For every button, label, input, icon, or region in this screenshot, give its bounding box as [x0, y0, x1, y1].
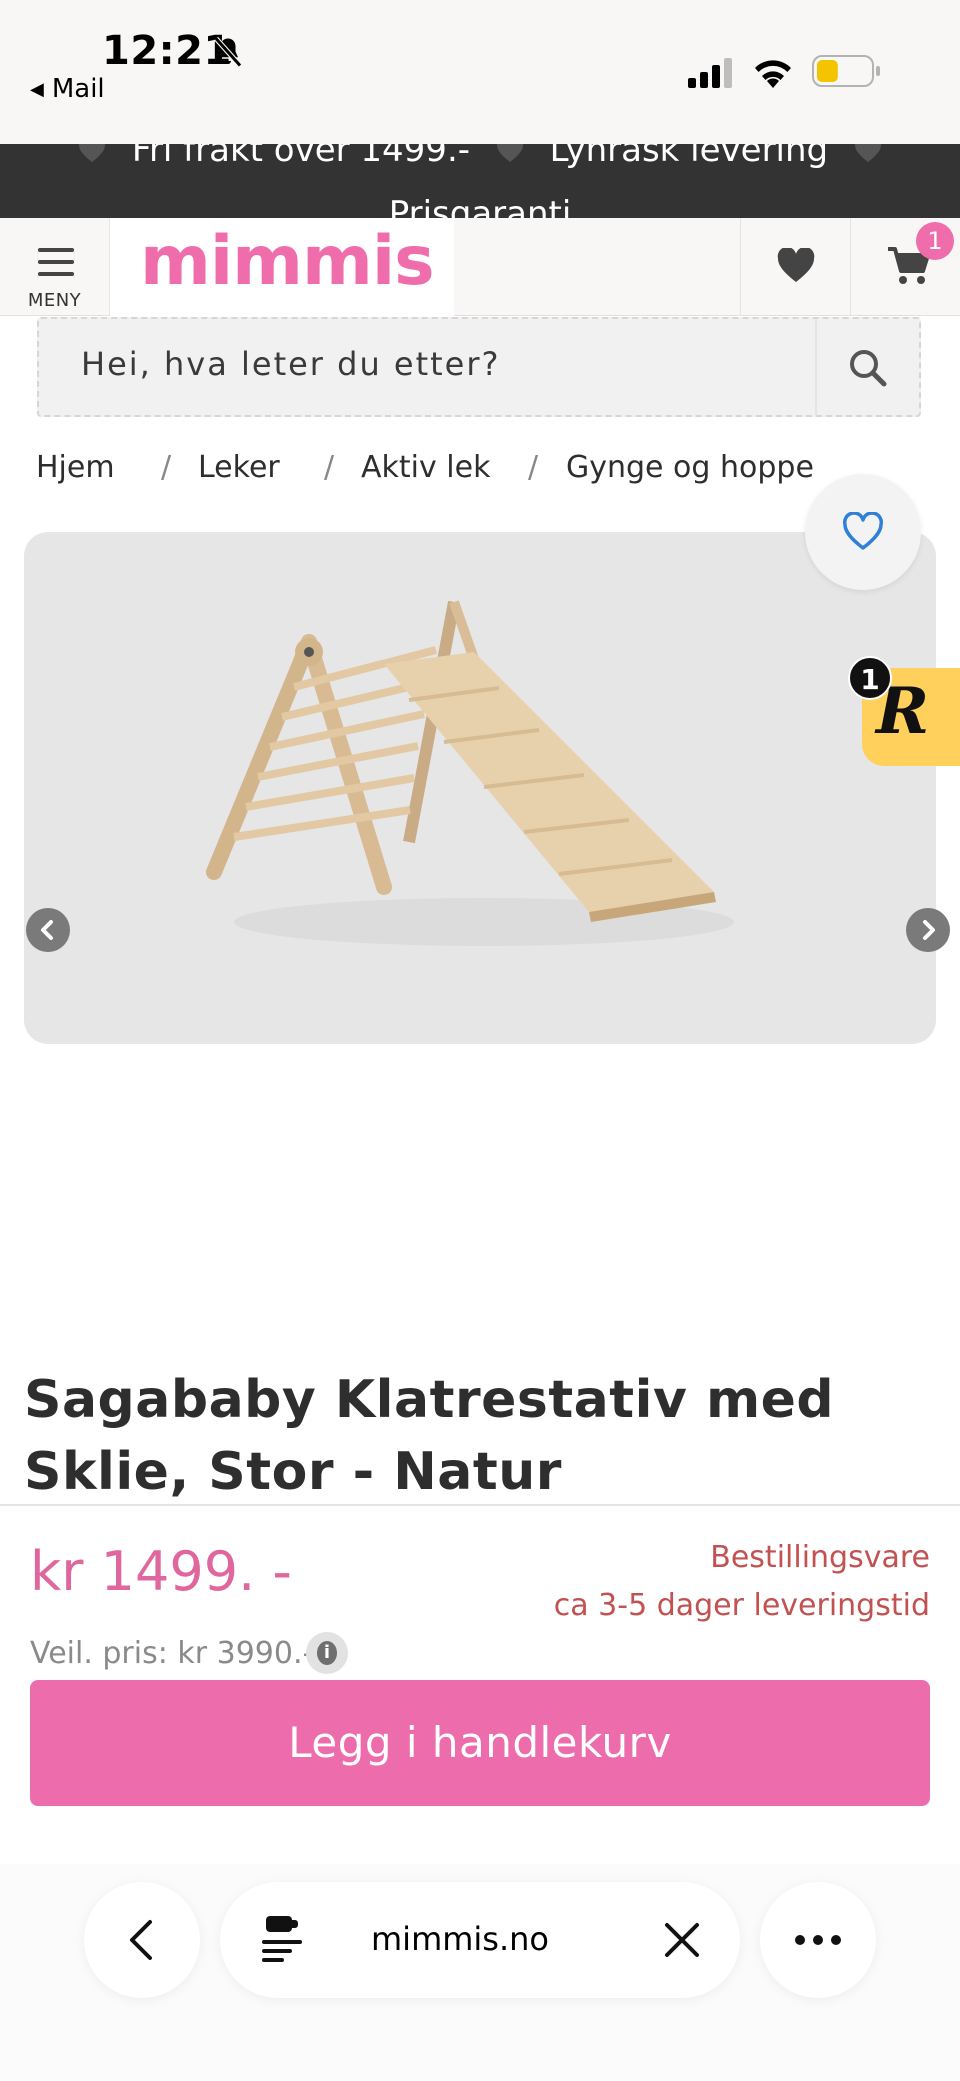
wifi-icon: [755, 60, 791, 88]
breadcrumb-separator: /: [161, 450, 172, 485]
chevron-left-icon: [41, 920, 53, 940]
status-bar: 12:21 ◀ Mail: [0, 0, 960, 144]
search-input[interactable]: Hei, hva leter du etter?: [37, 317, 921, 417]
product-gallery[interactable]: [24, 532, 936, 1044]
availability-status: Bestillingsvare: [710, 1540, 930, 1575]
heart-outline-icon: [842, 512, 884, 550]
breadcrumb-item-home[interactable]: Hjem: [36, 450, 115, 485]
buy-panel: kr 1499. - Bestillingsvare ca 3-5 dager …: [0, 1504, 960, 1864]
hamburger-icon: [38, 248, 74, 276]
promo-price-guarantee: Prisgaranti: [388, 194, 572, 218]
breadcrumb-separator: /: [324, 450, 335, 485]
wishlist-button[interactable]: [740, 218, 850, 316]
browser-more-button[interactable]: [760, 1882, 876, 1998]
title-area: Sagababy Klatrestativ med Sklie, Stor - …: [0, 1340, 960, 1504]
more-icon: [795, 1935, 841, 1945]
logo-link[interactable]: mimmis: [110, 218, 454, 316]
breadcrumb-separator: /: [528, 450, 539, 485]
menu-button[interactable]: MENY: [0, 218, 110, 316]
battery-icon: [812, 55, 880, 87]
heart-icon: [777, 248, 815, 282]
breadcrumb-item-swing-and-jump[interactable]: Gynge og hoppe: [566, 450, 814, 485]
check-heart-icon: [496, 144, 523, 162]
search-icon: [850, 350, 887, 387]
back-app-label: Mail: [51, 74, 105, 104]
gallery-prev-button[interactable]: [26, 908, 70, 952]
site-header: MENY mimmis: [0, 218, 960, 316]
page-menu-icon: [262, 1916, 302, 1962]
url-domain: mimmis.no: [371, 1920, 549, 1958]
product-title: Sagababy Klatrestativ med Sklie, Stor - …: [24, 1370, 835, 1502]
address-bar[interactable]: mimmis.no: [220, 1882, 740, 1998]
logo: mimmis: [140, 222, 435, 301]
back-triangle-icon: ◀: [30, 79, 44, 100]
promo-line: Fri frakt over 1499.- Lynrask levering: [0, 144, 960, 170]
promo-free-shipping: Fri frakt over 1499.-: [131, 144, 471, 170]
promo-fast-delivery: Lynrask levering: [549, 144, 829, 170]
search-button[interactable]: [815, 319, 919, 415]
browser-back-button[interactable]: [84, 1882, 200, 1998]
cart-count-badge: 1: [916, 222, 954, 260]
reviews-badge: 1: [848, 656, 892, 700]
breadcrumb-item-active-play[interactable]: Aktiv lek: [361, 450, 490, 485]
gallery-next-button[interactable]: [906, 908, 950, 952]
reference-price: Veil. pris: kr 3990.-: [30, 1636, 314, 1671]
breadcrumb-item-toys[interactable]: Leker: [198, 450, 280, 485]
delivery-time: ca 3-5 dager leveringstid: [553, 1588, 930, 1623]
add-to-wishlist-button[interactable]: [805, 474, 921, 590]
browser-toolbar: mimmis.no: [0, 1864, 960, 2081]
info-icon[interactable]: i: [306, 1632, 348, 1674]
promo-bar: Fri frakt over 1499.- Lynrask levering P…: [0, 144, 960, 218]
chevron-left-icon: [130, 1920, 152, 1960]
menu-label: MENY: [27, 290, 82, 311]
product-price: kr 1499. -: [30, 1540, 292, 1603]
chevron-right-icon: [923, 920, 935, 940]
check-heart-icon: [78, 144, 106, 162]
back-to-mail-link[interactable]: ◀ Mail: [30, 74, 105, 104]
bell-slash-icon: [214, 36, 242, 68]
close-icon[interactable]: [664, 1922, 700, 1958]
signal-icon: [688, 58, 732, 88]
add-to-cart-button[interactable]: Legg i handlekurv: [30, 1680, 930, 1806]
check-heart-icon: [854, 144, 882, 162]
product-image: [206, 600, 734, 946]
search-placeholder: Hei, hva leter du etter?: [81, 345, 501, 383]
